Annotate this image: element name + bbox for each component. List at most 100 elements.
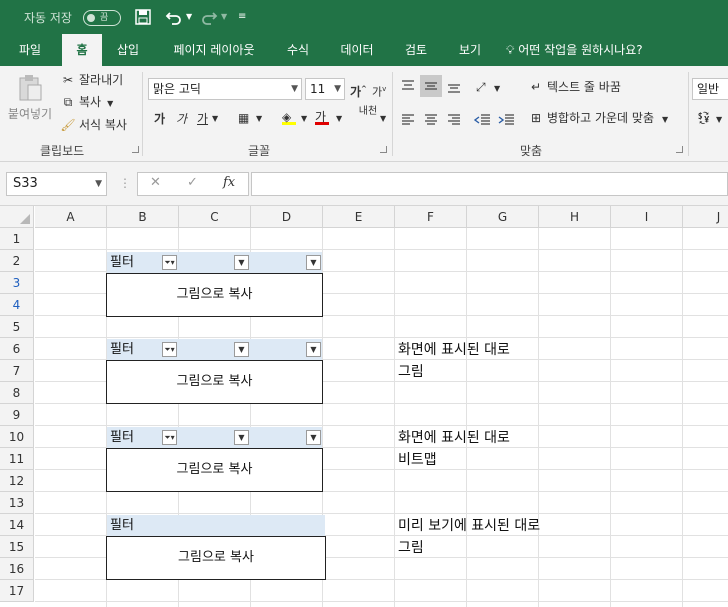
column-header-a[interactable]: A (35, 206, 107, 228)
grow-font-icon[interactable]: 가^ (350, 80, 367, 101)
column-header-b[interactable]: B (107, 206, 179, 228)
name-box[interactable]: S33 ▼ (6, 172, 107, 196)
filter-applied-button[interactable]: ⏷▾ (162, 342, 177, 357)
copy-button[interactable]: ⧉ 복사 ▼ (60, 93, 114, 113)
cancel-icon[interactable]: ✕ (150, 175, 161, 190)
redo-icon[interactable] (200, 6, 218, 28)
align-center-icon[interactable] (423, 112, 439, 128)
font-size-combo[interactable]: 11 ▼ (305, 78, 345, 100)
wrap-text-button[interactable]: ↵ 텍스트 줄 바꿈 (528, 78, 621, 96)
align-middle-button[interactable] (420, 75, 442, 97)
row-header-12[interactable]: 12 (0, 470, 34, 492)
phonetic-dropdown-icon[interactable]: ▼ (380, 110, 386, 128)
tab-file[interactable]: 파일 (8, 34, 52, 66)
copied-picture[interactable]: 그림으로 복사 (106, 273, 323, 317)
number-format-combo[interactable]: 일반 (692, 78, 728, 100)
column-header-c[interactable]: C (179, 206, 251, 228)
row-header-8[interactable]: 8 (0, 382, 34, 404)
font-name-combo[interactable]: 맑은 고딕 ▼ (148, 78, 302, 100)
row-header-14[interactable]: 14 (0, 514, 34, 536)
border-icon[interactable]: ▦ (238, 109, 249, 127)
phonetic-icon[interactable]: 내천 (358, 106, 378, 117)
row-header-5[interactable]: 5 (0, 316, 34, 338)
format-painter-button[interactable]: 🖌︎ 서식 복사 (60, 116, 127, 134)
undo-dropdown-icon[interactable]: ▼ (186, 6, 192, 28)
row-header-11[interactable]: 11 (0, 448, 34, 470)
alignment-launcher-icon[interactable] (676, 146, 683, 153)
column-header-e[interactable]: E (323, 206, 395, 228)
row-header-3[interactable]: 3 (0, 272, 34, 294)
autosave-toggle[interactable]: 끔 (83, 10, 121, 26)
copied-picture[interactable]: 그림으로 복사 (106, 536, 326, 580)
tab-home[interactable]: 홈 (62, 34, 102, 66)
tab-data[interactable]: 데이터 (332, 34, 382, 66)
accounting-dropdown-icon[interactable]: ▼ (716, 111, 722, 129)
italic-icon[interactable]: 가 (176, 110, 187, 128)
cut-button[interactable]: ✂ 잘라내기 (60, 71, 123, 89)
clipboard-launcher-icon[interactable] (132, 146, 139, 153)
align-right-icon[interactable] (446, 112, 462, 128)
underline-icon[interactable]: 가 (197, 110, 208, 128)
column-header-i[interactable]: I (611, 206, 683, 228)
row-header-9[interactable]: 9 (0, 404, 34, 426)
fill-color-icon[interactable]: ◈ (282, 108, 296, 125)
row-header-10[interactable]: 10 (0, 426, 34, 448)
align-left-icon[interactable] (400, 112, 416, 128)
increase-indent-icon[interactable] (498, 112, 516, 128)
row-header-15[interactable]: 15 (0, 536, 34, 558)
filter-applied-button[interactable]: ⏷▾ (162, 430, 177, 445)
row-header-7[interactable]: 7 (0, 360, 34, 382)
formula-bar-grip-icon[interactable]: ⋮ (119, 176, 131, 190)
undo-icon[interactable] (165, 6, 183, 28)
select-all-button[interactable] (0, 206, 34, 228)
row-header-17[interactable]: 17 (0, 580, 34, 602)
fill-dropdown-icon[interactable]: ▼ (301, 110, 307, 128)
column-header-j[interactable]: J (683, 206, 728, 228)
paste-button[interactable]: 붙여넣기 (6, 74, 54, 130)
row-header-4[interactable]: 4 (0, 294, 34, 316)
accounting-format-icon[interactable]: 💱︎ (696, 109, 711, 127)
redo-dropdown-icon[interactable]: ▼ (221, 6, 227, 28)
underline-dropdown-icon[interactable]: ▼ (212, 110, 218, 128)
filter-dropdown-button[interactable]: ▼ (306, 430, 321, 445)
column-header-h[interactable]: H (539, 206, 611, 228)
column-header-g[interactable]: G (467, 206, 539, 228)
row-header-2[interactable]: 2 (0, 250, 34, 272)
filter-dropdown-button[interactable]: ▼ (306, 255, 321, 270)
tab-formulas[interactable]: 수식 (276, 34, 320, 66)
insert-function-icon[interactable]: fx (223, 175, 235, 190)
tell-me-box[interactable]: 💡︎ 어떤 작업을 원하시나요? (506, 34, 666, 66)
copied-picture[interactable]: 그림으로 복사 (106, 360, 323, 404)
filter-dropdown-button[interactable]: ▼ (234, 430, 249, 445)
tab-view[interactable]: 보기 (448, 34, 492, 66)
font-launcher-icon[interactable] (380, 146, 387, 153)
save-icon[interactable] (135, 6, 151, 28)
align-top-icon[interactable] (400, 78, 416, 94)
merge-dropdown-icon[interactable]: ▼ (662, 115, 668, 124)
align-bottom-icon[interactable] (446, 78, 462, 94)
worksheet-grid[interactable]: A B C D E F G H I J 1 2 3 4 5 6 7 8 9 10… (0, 206, 728, 607)
row-header-6[interactable]: 6 (0, 338, 34, 360)
shrink-font-icon[interactable]: 가v (372, 80, 386, 102)
filter-dropdown-button[interactable]: ▼ (234, 255, 249, 270)
filter-dropdown-button[interactable]: ▼ (234, 342, 249, 357)
row-header-16[interactable]: 16 (0, 558, 34, 580)
tab-insert[interactable]: 삽입 (108, 34, 148, 66)
filter-applied-button[interactable]: ⏷▾ (162, 255, 177, 270)
filter-dropdown-button[interactable]: ▼ (306, 342, 321, 357)
customize-icon[interactable]: ≡ (238, 6, 246, 28)
copy-dropdown-icon[interactable]: ▼ (107, 99, 113, 108)
row-header-1[interactable]: 1 (0, 228, 34, 250)
orientation-dropdown-icon[interactable]: ▼ (494, 80, 500, 98)
column-header-d[interactable]: D (251, 206, 323, 228)
merge-center-button[interactable]: ⊞ 병합하고 가운데 맞춤 ▼ (528, 109, 668, 129)
bold-icon[interactable]: 가 (154, 110, 165, 128)
enter-icon[interactable]: ✓ (187, 175, 198, 190)
copied-picture[interactable]: 그림으로 복사 (106, 448, 323, 492)
column-header-f[interactable]: F (395, 206, 467, 228)
row-header-13[interactable]: 13 (0, 492, 34, 514)
decrease-indent-icon[interactable] (474, 112, 492, 128)
border-dropdown-icon[interactable]: ▼ (256, 110, 262, 128)
tab-page-layout[interactable]: 페이지 레이아웃 (162, 34, 266, 66)
tab-review[interactable]: 검토 (394, 34, 438, 66)
